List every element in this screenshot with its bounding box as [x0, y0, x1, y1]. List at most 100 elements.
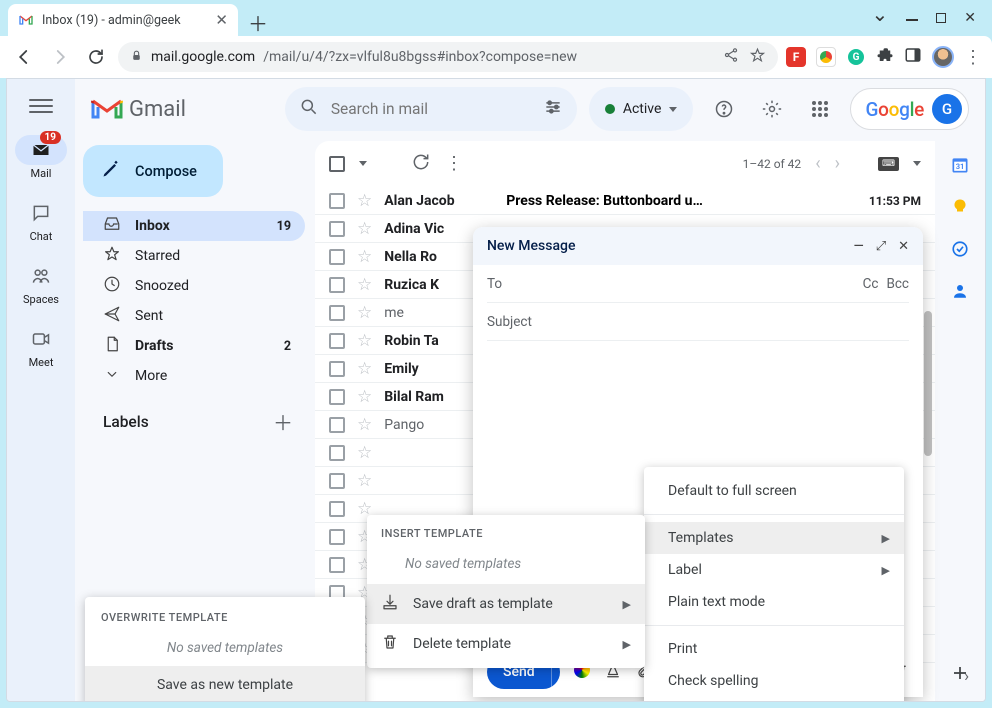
menu-print[interactable]: Print: [644, 633, 904, 665]
chrome-menu-icon[interactable]: ⋮: [964, 47, 982, 68]
mail-checkbox[interactable]: [329, 473, 345, 489]
folder-more[interactable]: More: [83, 361, 305, 391]
calendar-addon-icon[interactable]: 31: [950, 155, 970, 175]
scrollbar-thumb[interactable]: [924, 311, 932, 456]
new-tab-button[interactable]: ＋: [244, 8, 272, 36]
browser-reload-button[interactable]: [82, 43, 110, 71]
mail-checkbox[interactable]: [329, 193, 345, 209]
pager-prev-icon[interactable]: ‹: [815, 153, 820, 174]
refresh-icon[interactable]: [411, 152, 431, 176]
mail-checkbox[interactable]: [329, 417, 345, 433]
rail-meet[interactable]: Meet: [15, 324, 67, 369]
input-tools-dropdown-icon[interactable]: [913, 161, 921, 166]
extension-flipboard-icon[interactable]: F: [786, 47, 806, 67]
star-icon[interactable]: ☆: [357, 359, 372, 379]
tabs-dropdown-icon[interactable]: [872, 6, 889, 30]
mail-checkbox[interactable]: [329, 529, 345, 545]
folder-drafts[interactable]: Drafts2: [83, 331, 305, 361]
star-icon[interactable]: ☆: [357, 275, 372, 295]
address-bar[interactable]: mail.google.com/mail/u/4/?zx=vlful8u8bgs…: [118, 42, 778, 72]
compose-minimize-icon[interactable]: —: [854, 239, 864, 254]
star-icon[interactable]: ☆: [357, 303, 372, 323]
gmail-logo[interactable]: Gmail: [91, 97, 273, 122]
pencil-icon: [101, 159, 121, 183]
input-tools-icon[interactable]: ⌨: [878, 157, 899, 171]
star-icon[interactable]: ☆: [357, 443, 372, 463]
mail-checkbox[interactable]: [329, 557, 345, 573]
extension-icon-2[interactable]: [816, 47, 836, 67]
star-icon[interactable]: ☆: [357, 247, 372, 267]
star-icon[interactable]: ☆: [357, 415, 372, 435]
support-icon[interactable]: [705, 89, 741, 129]
mail-checkbox[interactable]: [329, 361, 345, 377]
share-icon[interactable]: [723, 47, 739, 67]
mail-checkbox[interactable]: [329, 221, 345, 237]
more-actions-icon[interactable]: ⋮: [445, 153, 463, 174]
side-panel-collapse-icon[interactable]: ›: [964, 666, 969, 685]
star-icon[interactable]: ☆: [357, 387, 372, 407]
mail-checkbox[interactable]: [329, 445, 345, 461]
mail-checkbox[interactable]: [329, 389, 345, 405]
save-draft-as-template[interactable]: Save draft as template ▶: [367, 584, 645, 624]
search-input[interactable]: [331, 100, 531, 118]
folder-snoozed[interactable]: Snoozed: [83, 271, 305, 301]
mail-checkbox[interactable]: [329, 333, 345, 349]
compose-subject-row[interactable]: Subject: [487, 303, 909, 341]
select-all-checkbox[interactable]: [329, 156, 345, 172]
compose-close-icon[interactable]: ✕: [898, 239, 909, 254]
mail-checkbox[interactable]: [329, 277, 345, 293]
menu-default-fullscreen[interactable]: Default to full screen: [644, 475, 904, 507]
google-apps-icon[interactable]: [802, 89, 838, 129]
menu-check-spelling[interactable]: Check spelling: [644, 665, 904, 697]
menu-plain-text[interactable]: Plain text mode: [644, 586, 904, 618]
delete-template[interactable]: Delete template ▶: [367, 624, 645, 664]
settings-gear-icon[interactable]: [754, 89, 790, 129]
pager-text: 1–42 of 42: [743, 157, 802, 171]
star-icon[interactable]: ☆: [357, 471, 372, 491]
save-as-new-template[interactable]: Save as new template: [85, 666, 365, 702]
add-label-icon[interactable]: ＋: [273, 407, 293, 436]
side-panel-icon[interactable]: [904, 46, 922, 68]
window-maximize-icon[interactable]: [936, 13, 946, 23]
window-close-icon[interactable]: [964, 10, 976, 26]
mail-checkbox[interactable]: [329, 305, 345, 321]
chrome-profile-avatar[interactable]: [932, 46, 954, 68]
star-icon[interactable]: ☆: [357, 191, 372, 211]
compose-fullscreen-icon[interactable]: ⤢: [876, 239, 886, 254]
keep-addon-icon[interactable]: [950, 197, 970, 217]
rail-spaces[interactable]: Spaces: [15, 261, 67, 306]
search-bar[interactable]: [285, 87, 577, 131]
pager-next-icon[interactable]: ›: [835, 153, 840, 174]
browser-forward-button[interactable]: [46, 43, 74, 71]
mail-row[interactable]: ☆ Alan Jacob Press Release: Buttonboard …: [315, 187, 935, 215]
account-pill[interactable]: Google G: [850, 88, 969, 130]
search-options-icon[interactable]: [543, 97, 563, 121]
select-dropdown-icon[interactable]: [359, 161, 367, 166]
tab-close-icon[interactable]: ✕: [215, 11, 228, 29]
compose-to-row[interactable]: To Cc Bcc: [487, 265, 909, 303]
menu-label[interactable]: Label▶: [644, 554, 904, 586]
extension-grammarly-icon[interactable]: G: [846, 47, 866, 67]
mail-checkbox[interactable]: [329, 501, 345, 517]
star-icon[interactable]: ☆: [357, 331, 372, 351]
bookmark-star-icon[interactable]: [749, 47, 766, 68]
folder-sent[interactable]: Sent: [83, 301, 305, 331]
bcc-button[interactable]: Bcc: [886, 276, 909, 292]
menu-templates[interactable]: Templates▶: [644, 522, 904, 554]
browser-tab[interactable]: Inbox (19) - admin@geek ✕: [8, 4, 238, 36]
folder-starred[interactable]: Starred: [83, 241, 305, 271]
contacts-addon-icon[interactable]: [950, 281, 970, 301]
tasks-addon-icon[interactable]: [950, 239, 970, 259]
rail-chat[interactable]: Chat: [15, 198, 67, 243]
folder-inbox[interactable]: Inbox19: [83, 211, 305, 241]
extensions-puzzle-icon[interactable]: [876, 46, 894, 68]
star-icon[interactable]: ☆: [357, 219, 372, 239]
rail-mail[interactable]: 19 Mail: [15, 135, 67, 180]
status-chip[interactable]: Active: [589, 87, 694, 131]
browser-back-button[interactable]: [10, 43, 38, 71]
compose-button[interactable]: Compose: [83, 145, 223, 197]
window-minimize-icon[interactable]: [906, 19, 918, 21]
mail-checkbox[interactable]: [329, 249, 345, 265]
cc-button[interactable]: Cc: [863, 276, 879, 292]
main-menu-icon[interactable]: [29, 95, 53, 117]
